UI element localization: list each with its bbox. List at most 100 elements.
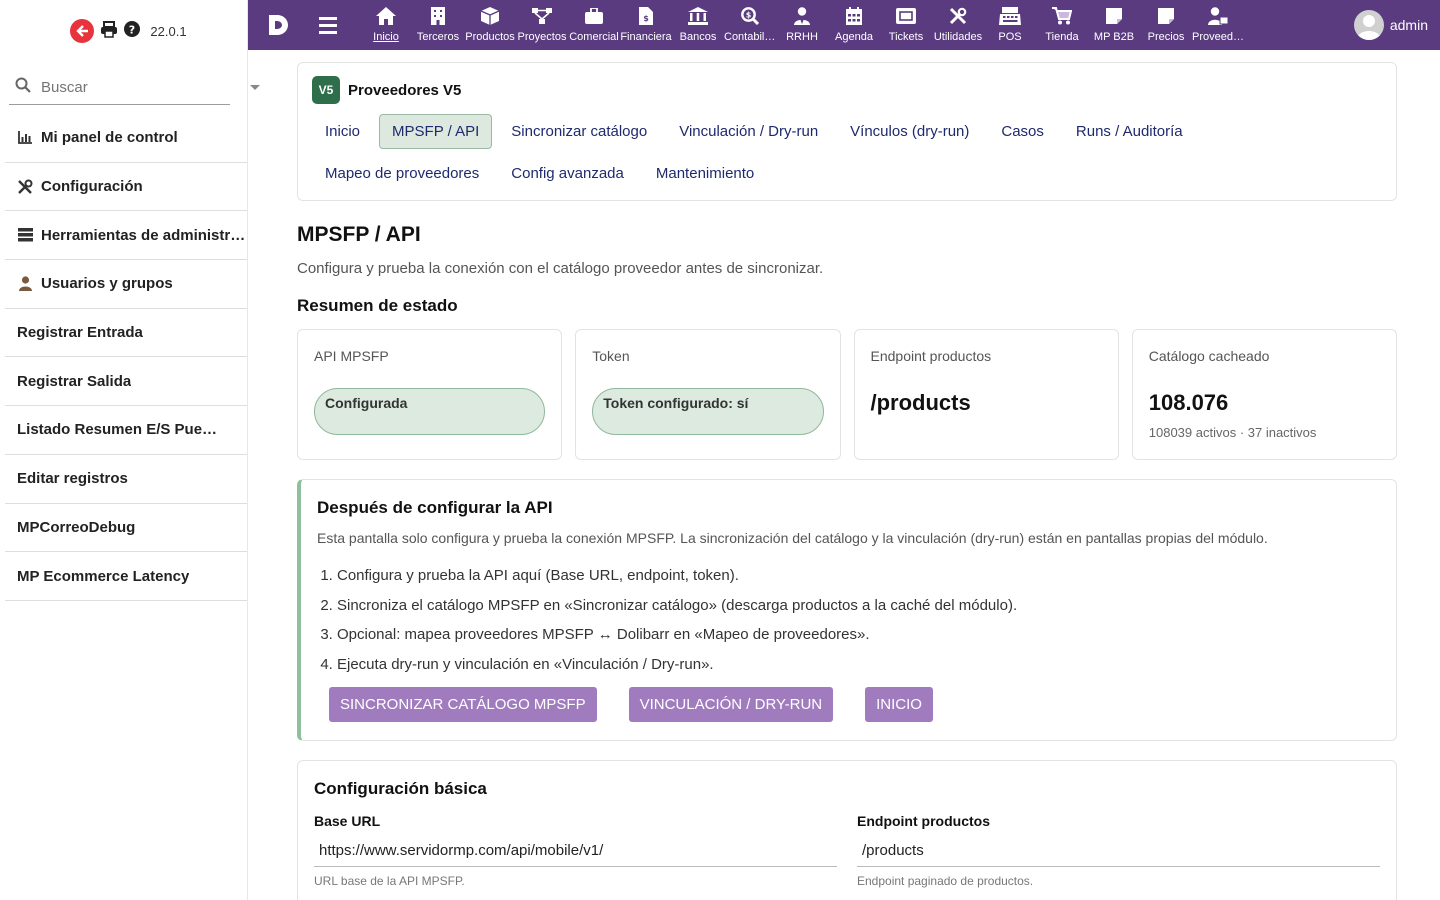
topnav-label: Utilidades [933, 31, 983, 43]
sidebar-item-check-in[interactable]: Registrar Entrada [5, 309, 247, 358]
tab-vinculacion-dry-run[interactable]: Vinculación / Dry-run [666, 114, 831, 149]
chevron-down-icon[interactable] [250, 84, 260, 90]
topnav-item-utilidades[interactable]: Utilidades [932, 0, 984, 50]
module-tabs: Inicio MPSFP / API Sincronizar catálogo … [312, 114, 1382, 198]
endpoint-group: Endpoint productos Endpoint paginado de … [857, 813, 1380, 888]
menu-toggle-icon[interactable] [308, 16, 348, 34]
note-icon [1158, 5, 1174, 27]
sidebar-item-admin-tools[interactable]: Herramientas de administración [5, 211, 247, 261]
print-icon[interactable] [100, 20, 118, 43]
base-url-help: URL base de la API MPSFP. [314, 874, 465, 888]
topnav-label: Tickets [888, 31, 924, 43]
topnav-item-rrhh[interactable]: RRHH [776, 0, 828, 50]
user-tie-icon [794, 5, 810, 27]
topnav-item-bancos[interactable]: Bancos [672, 0, 724, 50]
topnav-item-comercial[interactable]: Comercial [568, 0, 620, 50]
status-card-label: Token [592, 348, 630, 364]
tab-runs-auditoria[interactable]: Runs / Auditoría [1063, 114, 1196, 149]
status-card-catalog: Catálogo cacheado 108.076 108039 activos… [1131, 329, 1397, 460]
topnav-label: POS [998, 31, 1022, 43]
tab-mpsfp-api[interactable]: MPSFP / API [379, 114, 493, 149]
sidebar-item-config[interactable]: Configuración [5, 163, 247, 212]
topnav-item-financiera[interactable]: $ Financiera [620, 0, 672, 50]
topnav-label: RRHH [786, 31, 818, 43]
tab-mantenimiento[interactable]: Mantenimiento [643, 156, 767, 191]
search-icon [15, 77, 31, 98]
topnav-label: Agenda [835, 31, 873, 43]
user-menu[interactable]: admin [1353, 10, 1428, 40]
topnav-item-precios[interactable]: Precios [1140, 0, 1192, 50]
topnav-item-agenda[interactable]: Agenda [828, 0, 880, 50]
topnav-label: MP B2B [1093, 31, 1135, 43]
sidebar-item-users[interactable]: Usuarios y grupos [5, 260, 247, 309]
status-card-token: Token Token configurado: sí [575, 329, 841, 460]
module-title: V5 Proveedores V5 [312, 76, 1382, 104]
home-button[interactable]: Inicio [865, 686, 933, 722]
panel-actions: Sincronizar catálogo MPSFP Vinculación /… [317, 686, 1380, 722]
topnav-item-tienda[interactable]: Tienda [1036, 0, 1088, 50]
sidebar-search[interactable] [9, 70, 260, 105]
endpoint-field[interactable] [857, 833, 1380, 867]
topnav-label: Proyectos [517, 31, 567, 43]
svg-text:$: $ [746, 11, 752, 20]
sync-catalog-button[interactable]: Sincronizar catálogo MPSFP [329, 686, 597, 722]
status-badge: Configurada [314, 388, 546, 435]
list-item: Configura y prueba la API aquí (Base URL… [337, 561, 1380, 591]
sidebar-item-edit-records[interactable]: Editar registros [5, 455, 247, 504]
help-icon[interactable]: ? [124, 20, 141, 42]
left-sidebar: ? 22.0.1 Mi panel de control Configuraci… [0, 0, 260, 900]
tab-inicio[interactable]: Inicio [312, 114, 373, 149]
bar-chart-icon [17, 131, 33, 145]
module-badge: V5 [312, 76, 340, 104]
tab-config-avanzada[interactable]: Config avanzada [498, 156, 637, 191]
sitemap-icon [532, 5, 552, 27]
topnav-item-proveedores[interactable]: Proveedores [1192, 0, 1244, 50]
logout-icon[interactable] [70, 19, 95, 43]
topnav-label: Inicio [373, 31, 399, 43]
sidebar-item-label: Registrar Salida [17, 372, 132, 390]
tab-mapeo-proveedores[interactable]: Mapeo de proveedores [312, 156, 492, 191]
base-url-label: Base URL [314, 813, 381, 829]
search-dollar-icon: $ [741, 5, 759, 27]
base-url-field[interactable] [314, 833, 837, 867]
calendar-icon [846, 5, 862, 27]
module-name: Proveedores V5 [348, 81, 462, 99]
sidebar-item-dashboard[interactable]: Mi panel de control [5, 114, 247, 163]
topnav-item-contabilidad[interactable]: $ Contabilidad [724, 0, 776, 50]
topnav-item-inicio[interactable]: Inicio [360, 0, 412, 50]
note-icon [1106, 5, 1122, 27]
building-icon [431, 5, 445, 27]
sidebar-item-summary-list[interactable]: Listado Resumen E/S Puesto de trabajo [5, 406, 247, 455]
link-dry-run-button[interactable]: Vinculación / Dry-run [628, 686, 834, 722]
sidebar-item-label: Usuarios y grupos [41, 275, 173, 293]
steps-list: Configura y prueba la API aquí (Base URL… [317, 561, 1380, 680]
topnav-item-terceros[interactable]: Terceros [412, 0, 464, 50]
dolibarr-logo[interactable] [248, 13, 308, 37]
sidebar-item-ecommerce-latency[interactable]: MP Ecommerce Latency [5, 552, 247, 601]
sidebar-item-label: MP Ecommerce Latency [17, 567, 190, 585]
topnav-item-tickets[interactable]: Tickets [880, 0, 932, 50]
search-input[interactable] [41, 78, 240, 96]
sidebar-item-label: Mi panel de control [41, 129, 178, 147]
tab-sincronizar-catalogo[interactable]: Sincronizar catálogo [498, 114, 660, 149]
sidebar-toolbar: ? 22.0.1 [0, 0, 247, 62]
user-icon [17, 276, 33, 292]
sidebar-item-check-out[interactable]: Registrar Salida [5, 357, 247, 407]
topnav-label: Bancos [679, 31, 717, 43]
topnav-item-mp-b2b[interactable]: MP B2B [1088, 0, 1140, 50]
ticket-icon [896, 5, 916, 27]
avatar [1353, 10, 1384, 40]
tab-vinculos-dry-run[interactable]: Vínculos (dry-run) [837, 114, 982, 149]
topnav-item-productos[interactable]: Productos [464, 0, 516, 50]
sidebar-item-label: Herramientas de administración [41, 226, 246, 244]
sidebar-item-mpcorreodebug[interactable]: MPCorreoDebug [5, 504, 247, 553]
sidebar-menu: Mi panel de control Configuración Herram… [0, 114, 247, 601]
cart-icon [1052, 5, 1072, 27]
panel-description: Esta pantalla solo configura y prueba la… [317, 530, 1268, 546]
topnav-item-pos[interactable]: POS [984, 0, 1036, 50]
top-navbar: Inicio Terceros Productos Proyectos Come… [248, 0, 1440, 50]
invoice-icon: $ [639, 5, 653, 27]
topnav-item-proyectos[interactable]: Proyectos [516, 0, 568, 50]
status-card-note: 108039 activos · 37 inactivos [1148, 425, 1317, 440]
tab-casos[interactable]: Casos [988, 114, 1057, 149]
